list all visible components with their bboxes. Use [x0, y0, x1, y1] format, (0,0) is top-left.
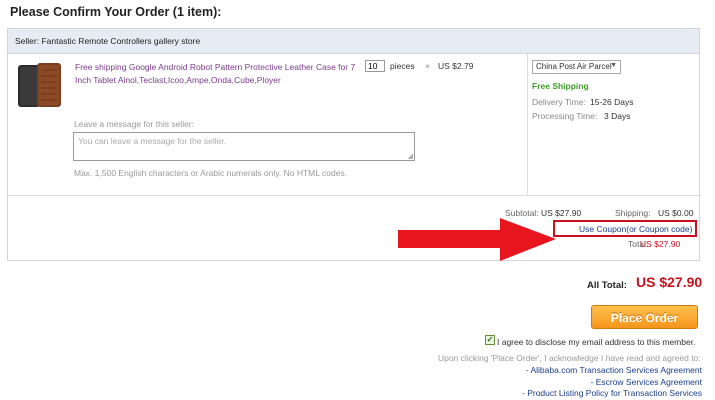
chevron-down-icon: ▼: [610, 62, 617, 69]
product-title-link[interactable]: Free shipping Google Android Robot Patte…: [75, 61, 360, 86]
product-listing-policy-link[interactable]: - Product Listing Policy for Transaction…: [522, 388, 702, 398]
all-total-value: US $27.90: [636, 274, 703, 290]
page-title: Please Confirm Your Order (1 item):: [10, 5, 222, 19]
all-total-label: All Total:: [587, 280, 627, 291]
total-value: US $27.90: [640, 239, 681, 249]
shipping-cost-value: US $0.00: [658, 208, 694, 218]
message-label: Leave a message for this seller:: [74, 119, 195, 129]
delivery-time-label: Delivery Time:: [532, 97, 586, 107]
message-textarea[interactable]: You can leave a message for the seller. …: [73, 132, 415, 161]
message-hint: Max. 1,500 English characters or Arabic …: [74, 168, 348, 178]
shipping-method-value: China Post Air Parcel: [536, 62, 612, 71]
multiply-sign: ×: [425, 61, 430, 71]
processing-time-label: Processing Time:: [532, 111, 598, 121]
shipping-method-select[interactable]: China Post Air Parcel ▼: [532, 60, 621, 74]
quantity-input[interactable]: [365, 60, 385, 72]
divider: [527, 54, 528, 195]
free-shipping-label: Free Shipping: [532, 81, 589, 91]
divider: [8, 195, 699, 196]
leather-case-icon[interactable]: [16, 62, 66, 110]
delivery-time-value: 15-26 Days: [590, 97, 634, 107]
transaction-services-agreement-link[interactable]: - Alibaba.com Transaction Services Agree…: [526, 365, 702, 375]
unit-price: US $2.79: [438, 61, 474, 71]
message-placeholder: You can leave a message for the seller.: [78, 136, 227, 146]
use-coupon-link[interactable]: Use Coupon(or Coupon code): [579, 224, 692, 234]
agreement-intro: Upon clicking 'Place Order', I acknowled…: [438, 353, 701, 363]
agree-checkbox[interactable]: ✓: [485, 335, 495, 345]
place-order-button[interactable]: Place Order: [591, 305, 698, 329]
resize-grip-icon[interactable]: ◢: [408, 152, 413, 160]
seller-name: Seller: Fantastic Remote Controllers gal…: [15, 36, 201, 46]
agree-label: I agree to disclose my email address to …: [497, 337, 696, 347]
quantity-unit: pieces: [390, 61, 415, 71]
red-arrow-annotation: [396, 217, 558, 263]
shipping-cost-label: Shipping:: [615, 208, 651, 218]
escrow-services-agreement-link[interactable]: - Escrow Services Agreement: [591, 377, 702, 387]
processing-time-value: 3 Days: [604, 111, 631, 121]
